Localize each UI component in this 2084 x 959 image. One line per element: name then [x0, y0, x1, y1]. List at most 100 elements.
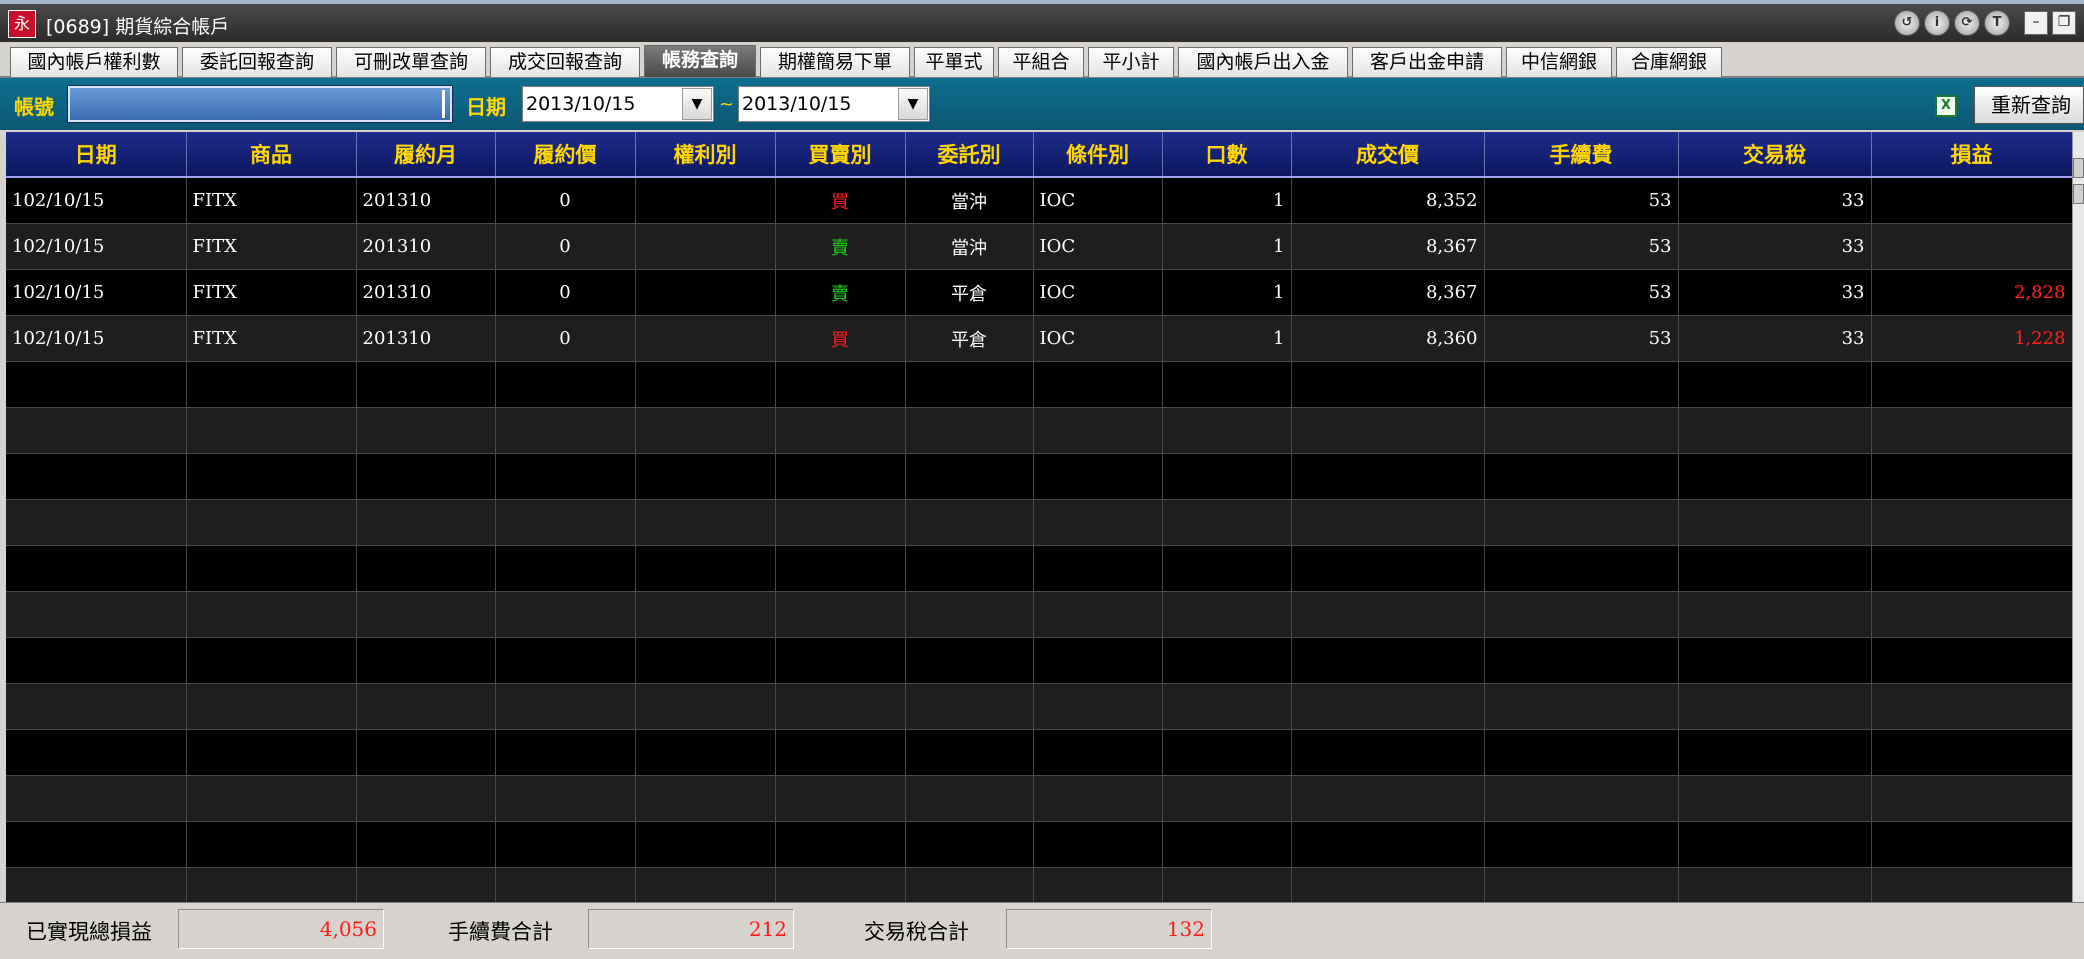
- empty-cell: [186, 545, 357, 592]
- col-header-product[interactable]: 商品: [186, 132, 357, 178]
- empty-cell: [1162, 499, 1292, 546]
- tab-close-single[interactable]: 平單式: [914, 47, 994, 77]
- empty-cell: [186, 453, 357, 500]
- empty-cell: [1033, 453, 1163, 500]
- empty-cell: [1162, 407, 1292, 454]
- empty-cell: [1033, 775, 1163, 822]
- empty-cell: [905, 637, 1034, 684]
- empty-cell: [1871, 683, 2072, 730]
- date-from-picker[interactable]: 2013/10/15 ▼: [522, 86, 714, 122]
- tab-close-combo[interactable]: 平組合: [998, 47, 1084, 77]
- cell-order-type: 當沖: [905, 223, 1034, 270]
- refresh-icon[interactable]: ⟳: [1954, 10, 1980, 36]
- empty-cell: [495, 729, 636, 776]
- col-header-contract-month[interactable]: 履約月: [356, 132, 496, 178]
- table-row[interactable]: 102/10/15 FITX 201310 0 賣 當沖 IOC 1 8,367…: [6, 223, 2072, 270]
- empty-cell: [1291, 729, 1485, 776]
- tab-account-equity[interactable]: 國內帳戶權利數: [10, 47, 178, 77]
- empty-cell: [186, 407, 357, 454]
- col-header-tax[interactable]: 交易稅: [1678, 132, 1872, 178]
- empty-cell: [1033, 499, 1163, 546]
- cell-product: FITX: [186, 315, 357, 362]
- empty-cell: [1484, 545, 1679, 592]
- date-to-picker[interactable]: 2013/10/15 ▼: [738, 86, 930, 122]
- empty-cell: [905, 867, 1034, 902]
- empty-cell: [905, 775, 1034, 822]
- tab-deposit-withdraw[interactable]: 國內帳戶出入金: [1178, 47, 1348, 77]
- date-separator: ~: [719, 94, 735, 115]
- empty-cell: [1162, 545, 1292, 592]
- col-header-fee[interactable]: 手續費: [1484, 132, 1679, 178]
- table-row[interactable]: 102/10/15 FITX 201310 0 買 當沖 IOC 1 8,352…: [6, 177, 2072, 224]
- tab-withdraw-request[interactable]: 客戶出金申請: [1352, 47, 1502, 77]
- scroll-thumb[interactable]: [2073, 184, 2084, 204]
- col-header-date[interactable]: 日期: [6, 132, 187, 178]
- chevron-down-icon[interactable]: ▼: [682, 88, 712, 120]
- cell-order-type: 當沖: [905, 177, 1034, 224]
- vertical-scrollbar[interactable]: [2072, 132, 2084, 902]
- account-input[interactable]: [67, 85, 453, 123]
- tab-bar: 國內帳戶權利數 委託回報查詢 可刪改單查詢 成交回報查詢 帳務查詢 期權簡易下單…: [0, 42, 2084, 78]
- tax-total-label: 交易稅合計: [864, 920, 969, 944]
- empty-cell: [775, 591, 906, 638]
- empty-cell: [356, 637, 496, 684]
- col-header-price[interactable]: 成交價: [1291, 132, 1485, 178]
- empty-cell: [495, 499, 636, 546]
- col-header-pnl[interactable]: 損益: [1871, 132, 2072, 178]
- tab-close-subtotal[interactable]: 平小計: [1088, 47, 1174, 77]
- excel-export-icon[interactable]: X: [1935, 95, 1957, 117]
- tab-tcb-bank[interactable]: 合庫網銀: [1616, 47, 1722, 77]
- empty-cell: [495, 453, 636, 500]
- empty-cell: [1484, 591, 1679, 638]
- topmost-icon[interactable]: T: [1984, 10, 2010, 36]
- empty-cell: [1033, 591, 1163, 638]
- tab-cancel-modify[interactable]: 可刪改單查詢: [336, 47, 486, 77]
- cell-strike: 0: [495, 223, 636, 270]
- requery-button[interactable]: 重新查詢: [1974, 86, 2084, 124]
- empty-cell: [905, 407, 1034, 454]
- chevron-down-icon[interactable]: ▼: [898, 88, 928, 120]
- empty-cell: [1484, 821, 1679, 868]
- cell-order-type: 平倉: [905, 315, 1034, 362]
- col-header-condition[interactable]: 條件別: [1033, 132, 1163, 178]
- col-header-strike[interactable]: 履約價: [495, 132, 636, 178]
- table-row[interactable]: 102/10/15 FITX 201310 0 賣 平倉 IOC 1 8,367…: [6, 269, 2072, 316]
- minimize-icon[interactable]: –: [2024, 11, 2048, 35]
- info-icon[interactable]: i: [1924, 10, 1950, 36]
- tab-fill-report[interactable]: 成交回報查詢: [490, 47, 640, 77]
- empty-cell: [1033, 637, 1163, 684]
- empty-cell: [1162, 867, 1292, 902]
- empty-cell: [1291, 637, 1485, 684]
- scroll-thumb[interactable]: [2073, 158, 2084, 178]
- empty-cell: [186, 683, 357, 730]
- link-icon[interactable]: ↺: [1894, 10, 1920, 36]
- col-header-quantity[interactable]: 口數: [1162, 132, 1292, 178]
- empty-cell: [6, 591, 187, 638]
- empty-cell: [1291, 453, 1485, 500]
- col-header-order-type[interactable]: 委託別: [905, 132, 1034, 178]
- tab-ctbc-bank[interactable]: 中信網銀: [1506, 47, 1612, 77]
- table-row[interactable]: 102/10/15 FITX 201310 0 買 平倉 IOC 1 8,360…: [6, 315, 2072, 362]
- empty-cell: [775, 867, 906, 902]
- empty-cell: [905, 453, 1034, 500]
- col-header-option-type[interactable]: 權利別: [635, 132, 776, 178]
- empty-cell: [905, 591, 1034, 638]
- tab-simple-order[interactable]: 期權簡易下單: [760, 47, 910, 77]
- cell-fee: 53: [1484, 315, 1679, 362]
- empty-cell: [6, 361, 187, 408]
- empty-cell: [6, 453, 187, 500]
- cell-contract-month: 201310: [356, 315, 496, 362]
- cell-contract-month: 201310: [356, 269, 496, 316]
- tab-order-report[interactable]: 委託回報查詢: [182, 47, 332, 77]
- empty-cell: [1871, 591, 2072, 638]
- empty-cell: [6, 867, 187, 902]
- col-header-side[interactable]: 買賣別: [775, 132, 906, 178]
- cell-price: 8,352: [1291, 177, 1485, 224]
- account-table[interactable]: 日期 商品 履約月 履約價 權利別 買賣別 委託別 條件別 口數 成交價 手續費…: [6, 132, 2072, 902]
- empty-cell: [635, 821, 776, 868]
- empty-cell: [1484, 683, 1679, 730]
- restore-icon[interactable]: ❐: [2052, 11, 2076, 35]
- tab-account-query[interactable]: 帳務查詢: [644, 45, 756, 77]
- title-bar[interactable]: 永 [0689] 期貨綜合帳戶 ↺ i ⟳ T – ❐: [0, 0, 2084, 42]
- cell-strike: 0: [495, 315, 636, 362]
